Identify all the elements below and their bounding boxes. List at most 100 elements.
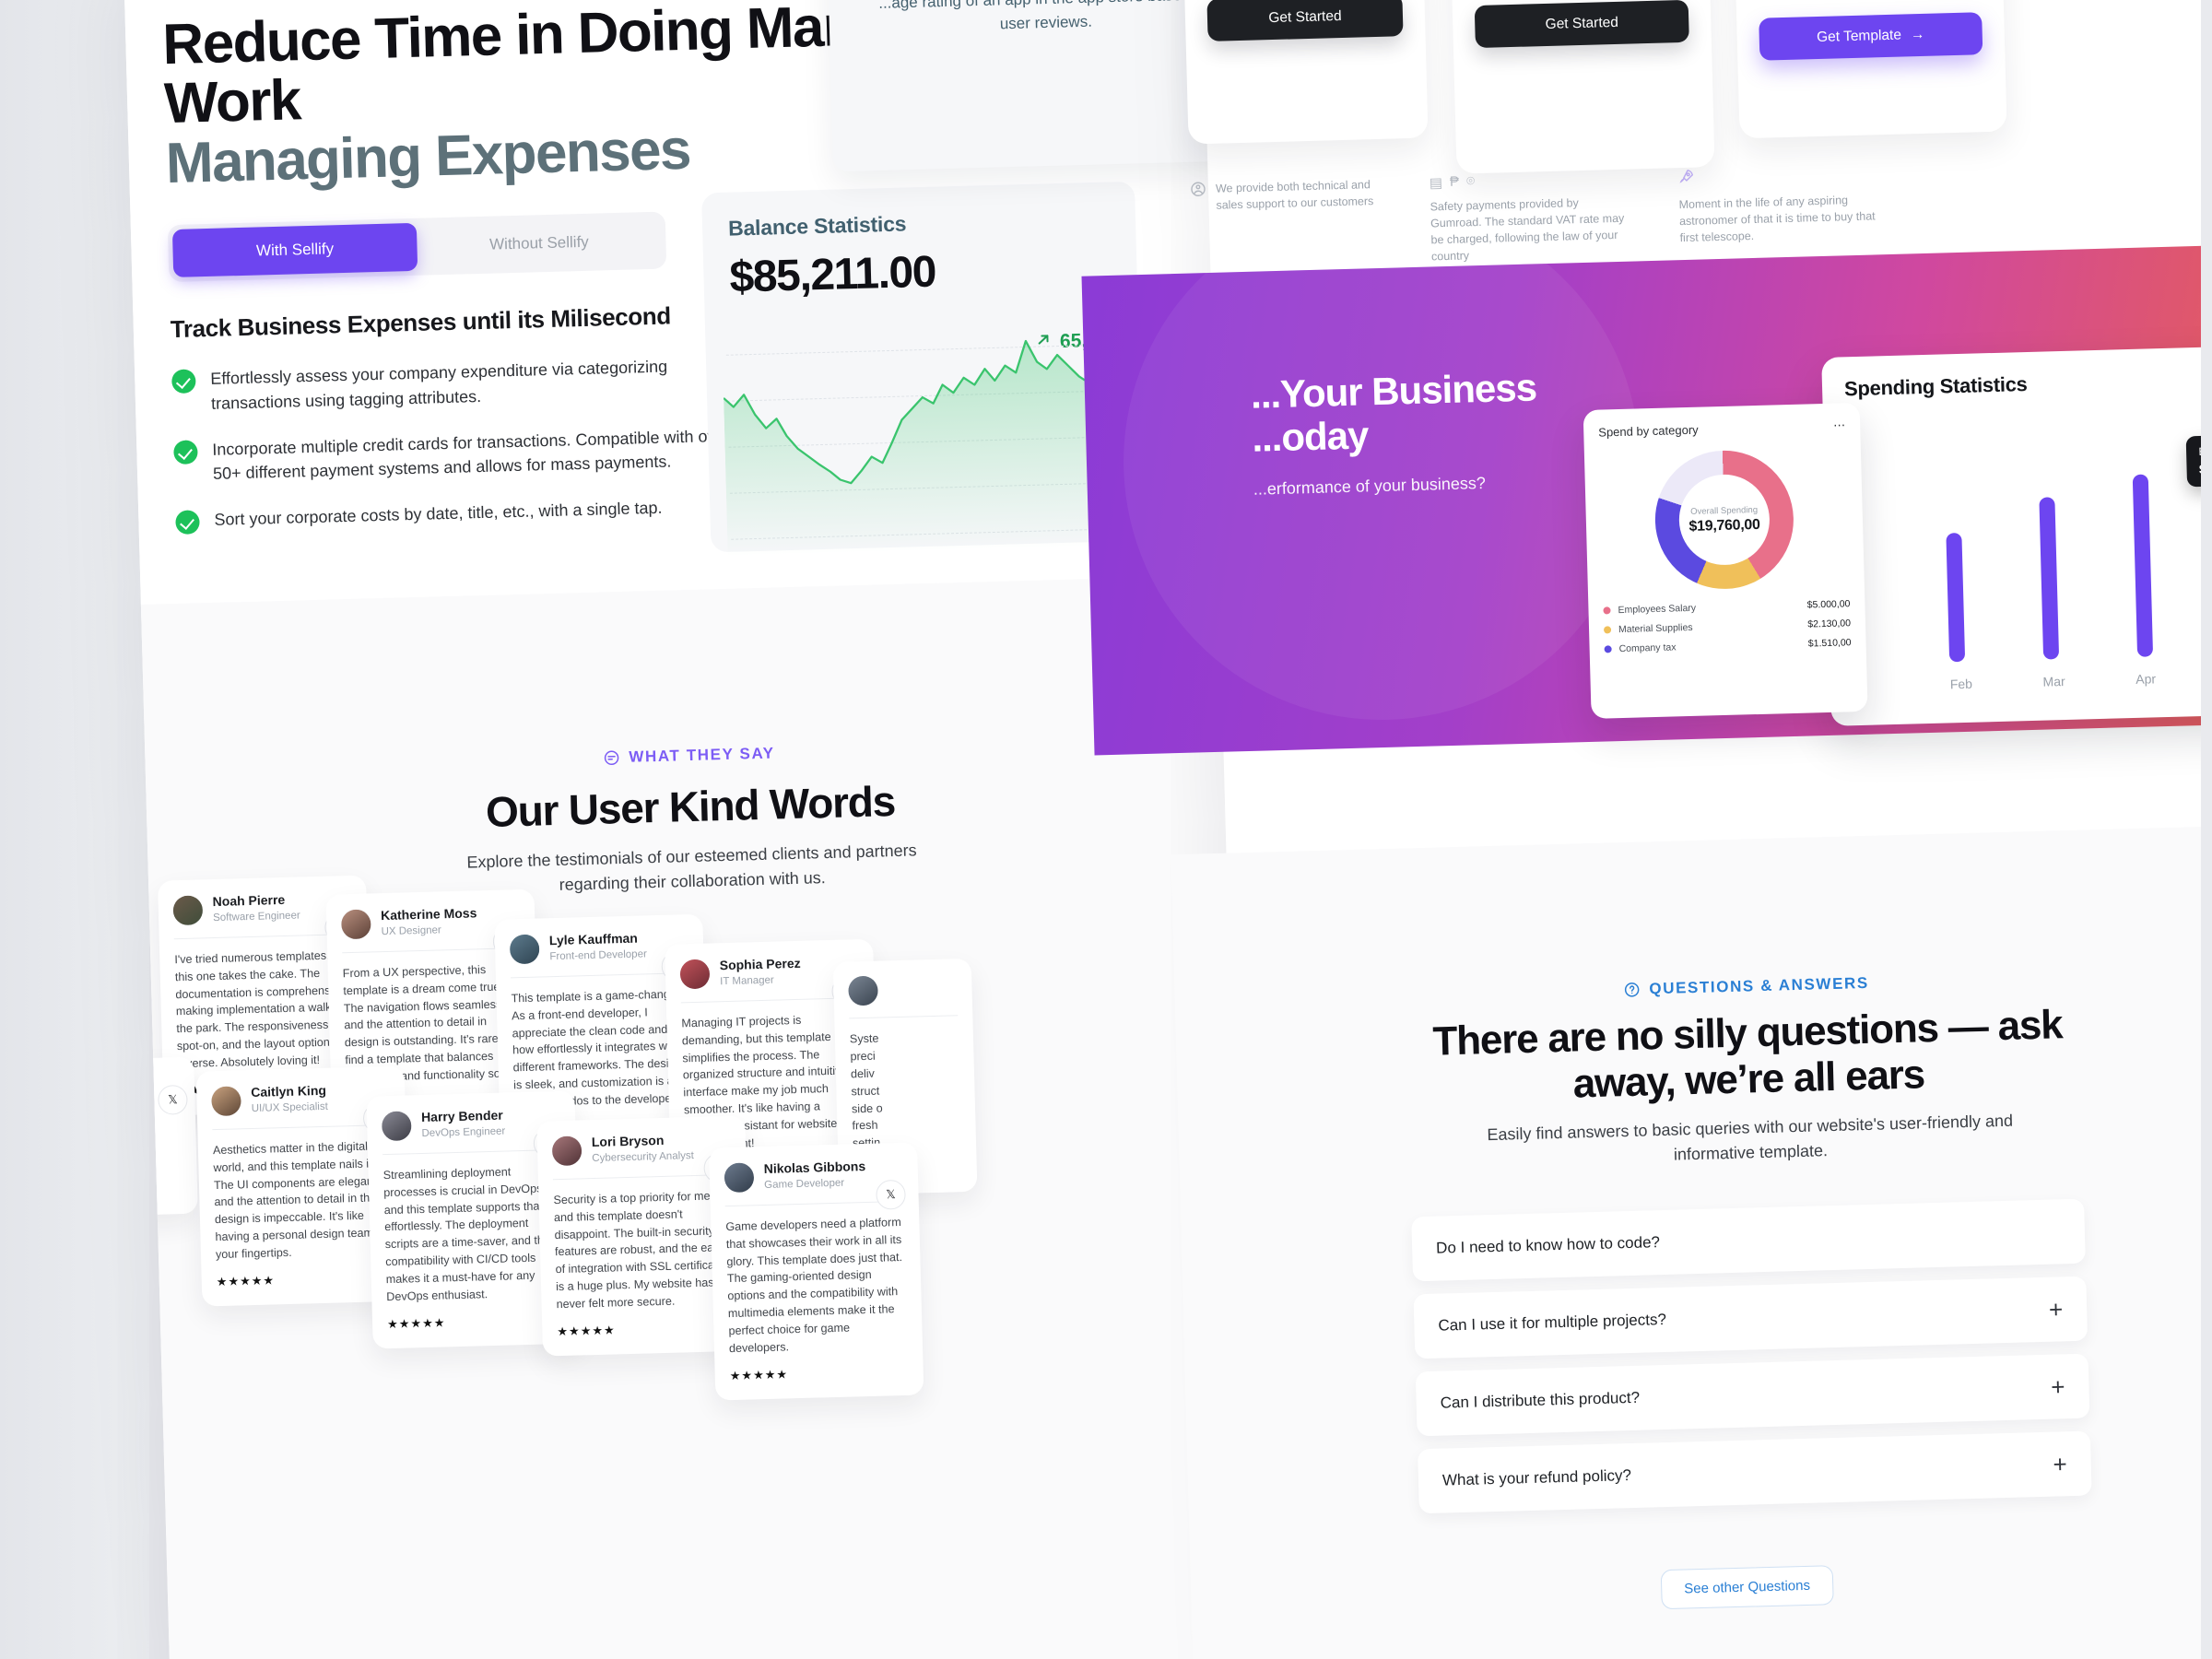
avatar bbox=[509, 934, 540, 965]
testimonial-card: Nikolas Gibbons Game Developer 𝕏 Game de… bbox=[709, 1142, 924, 1401]
axis-label-mar: Mar bbox=[2042, 674, 2065, 689]
spend-donut-chart: Overall Spending $19,760,00 bbox=[1653, 448, 1795, 591]
faq-item[interactable]: What is your refund policy? + bbox=[1418, 1430, 2092, 1514]
hero-title-line1: Reduce Time in Doing Manual Work bbox=[161, 0, 935, 136]
toggle-with-sellify[interactable]: With Sellify bbox=[171, 223, 418, 278]
legend-label: Material Supplies bbox=[1618, 621, 1693, 636]
rocket-icon bbox=[1678, 170, 1695, 188]
testimonial-name: Katherine Moss bbox=[380, 905, 477, 924]
get-template-button[interactable]: Get Template → bbox=[1759, 12, 1983, 61]
support-footnote: We provide both technical and sales supp… bbox=[1190, 176, 1384, 215]
faq-question: Can I use it for multiple projects? bbox=[1438, 1310, 1667, 1335]
plan-toggle[interactable]: With Sellify Without Sellify bbox=[167, 211, 667, 283]
avatar bbox=[381, 1111, 412, 1142]
rocket-footnote-text: Moment in the life of any aspiring astro… bbox=[1678, 194, 1876, 245]
axis-label-feb: Feb bbox=[1949, 676, 1973, 692]
testimonial-role: DevOps Engineer bbox=[421, 1125, 506, 1139]
testimonial-role: UX Designer bbox=[381, 924, 441, 937]
canvas-left-edge bbox=[0, 0, 149, 1659]
faq-question: Can I distribute this product? bbox=[1440, 1388, 1641, 1412]
feature-text: Sort your corporate costs by date, title… bbox=[214, 498, 663, 529]
more-options-icon[interactable]: ⋯ bbox=[1833, 418, 1845, 432]
testimonial-role: Cybersecurity Analyst bbox=[592, 1149, 695, 1164]
framer-template-card: Access an Framer file boasting all the l… bbox=[1729, 0, 2007, 139]
spending-card-title: Spending Statistics bbox=[1843, 371, 2028, 401]
x-logo-icon[interactable]: 𝕏 bbox=[158, 1084, 188, 1115]
check-icon bbox=[173, 439, 198, 465]
quote-icon bbox=[603, 749, 619, 766]
legend-swatch bbox=[1603, 626, 1612, 634]
testimonial-name: Caitlyn King bbox=[251, 1082, 327, 1100]
avatar bbox=[172, 895, 204, 926]
left-artboard: INCREASED PRODUCTIVITY Reduce Time in Do… bbox=[123, 0, 1260, 1659]
canvas-right-edge bbox=[2201, 0, 2212, 1659]
applepay-icon: ⌾ bbox=[1465, 173, 1476, 190]
question-badge-icon bbox=[1623, 982, 1640, 998]
plus-icon[interactable]: + bbox=[2049, 1295, 2064, 1323]
feature-item: Incorporate multiple credit cards for tr… bbox=[173, 423, 746, 487]
pricing-card-free: ...s in Free Plan 20 workspace Collabora… bbox=[1178, 0, 1429, 145]
avatar bbox=[848, 975, 878, 1006]
legend-row: Material Supplies $2.130,00 bbox=[1603, 618, 1852, 636]
get-template-label: Get Template bbox=[1816, 27, 1902, 46]
faq-header: QUESTIONS & ANSWERS There are no silly q… bbox=[1414, 969, 2082, 1175]
rating-stars: ★★★★★ bbox=[729, 1367, 789, 1382]
legend-value: $2.130,00 bbox=[1807, 618, 1852, 630]
balance-statistics-card: Balance Statistics $85,211.00 ⋮ 65,1% bbox=[701, 181, 1145, 557]
toggle-without-sellify[interactable]: Without Sellify bbox=[417, 217, 662, 271]
legend-value: $1.510,00 bbox=[1807, 637, 1852, 650]
feature-item: Sort your corporate costs by date, title… bbox=[175, 493, 747, 535]
legend-row: Company tax $1.510,00 bbox=[1604, 637, 1852, 654]
testimonial-author bbox=[848, 973, 959, 1019]
donut-card-title: Spend by category bbox=[1598, 422, 1699, 440]
faq-subtitle: Easily find answers to basic queries wit… bbox=[1487, 1112, 2014, 1164]
get-started-button[interactable]: Get Started bbox=[1474, 0, 1689, 49]
legend-swatch bbox=[1604, 645, 1612, 653]
payments-footnote: ▤ ₱ ⌾ Safety payments provided by Gumroa… bbox=[1430, 170, 1635, 265]
testimonial-body: Syste preci deliv struct side o fresh se… bbox=[849, 1031, 883, 1150]
testimonial-name: Noah Pierre bbox=[212, 891, 286, 910]
avatar bbox=[211, 1086, 241, 1117]
cta-banner-title-line1: ...Your Business bbox=[1250, 365, 1537, 417]
testimonial-card-partial: 𝕏 bsite ork olate hetic bbox=[140, 1056, 198, 1217]
check-icon bbox=[175, 510, 200, 535]
faq-list: Do I need to know how to code? Can I use… bbox=[1411, 1198, 2092, 1527]
faq-item[interactable]: Can I distribute this product? + bbox=[1415, 1353, 2090, 1437]
legend-value: $5.000,00 bbox=[1806, 598, 1851, 611]
rocket-footnote: Moment in the life of any aspiring astro… bbox=[1678, 162, 1883, 246]
testimonials-section: WHAT THEY SAY Our User Kind Words Explor… bbox=[140, 575, 1260, 1659]
balance-card-title: Balance Statistics bbox=[727, 211, 907, 241]
donut-center-label: Overall Spending bbox=[1690, 504, 1759, 517]
bar-mar bbox=[2039, 497, 2059, 660]
legend-label: Employees Salary bbox=[1618, 602, 1697, 617]
avatar bbox=[679, 959, 711, 990]
avatar bbox=[551, 1135, 582, 1167]
payment-icons: ▤ ₱ ⌾ bbox=[1430, 170, 1632, 191]
right-artboard: ...s in Free Plan 20 workspace Collabora… bbox=[1081, 0, 2212, 1659]
spending-axis-labels: Feb Mar Apr Mei Jun bbox=[1950, 666, 2212, 691]
feature-list: Effortlessly assess your company expendi… bbox=[171, 353, 747, 535]
faq-item[interactable]: Do I need to know how to code? bbox=[1411, 1198, 2086, 1282]
donut-center-value: $19,760,00 bbox=[1688, 516, 1760, 535]
plus-icon[interactable]: + bbox=[2051, 1372, 2065, 1400]
balance-amount: $85,211.00 bbox=[728, 247, 936, 302]
plus-icon[interactable]: + bbox=[2053, 1450, 2067, 1477]
testimonial-name: Lori Bryson bbox=[591, 1132, 665, 1150]
faq-item[interactable]: Can I use it for multiple projects? + bbox=[1413, 1276, 2088, 1359]
pricing-card-pro: Everything in Pro Plan Unlimited workspa… bbox=[1445, 0, 1715, 174]
see-other-questions-button[interactable]: See other Questions bbox=[1660, 1565, 1834, 1610]
spend-by-category-card: Spend by category ⋯ Overall Spending $19… bbox=[1583, 402, 1868, 719]
legend-row: Employees Salary $5.000,00 bbox=[1603, 598, 1851, 617]
testimonial-name: Sophia Perez bbox=[719, 955, 801, 973]
spending-bar-chart bbox=[1944, 440, 2212, 663]
get-started-button[interactable]: Get Started bbox=[1206, 0, 1404, 42]
legend-swatch bbox=[1603, 606, 1611, 615]
feature-text: Incorporate multiple credit cards for tr… bbox=[212, 426, 731, 483]
testimonial-role: IT Manager bbox=[720, 974, 774, 988]
avatar bbox=[340, 909, 371, 940]
x-logo-icon[interactable]: 𝕏 bbox=[876, 1179, 906, 1210]
testimonial-role: Software Engineer bbox=[212, 910, 300, 924]
testimonials-eyebrow: WHAT THEY SAY bbox=[403, 739, 974, 773]
faq-section: QUESTIONS & ANSWERS There are no silly q… bbox=[1171, 822, 2212, 1659]
payments-footnote-text: Safety payments provided by Gumroad. The… bbox=[1430, 196, 1625, 264]
